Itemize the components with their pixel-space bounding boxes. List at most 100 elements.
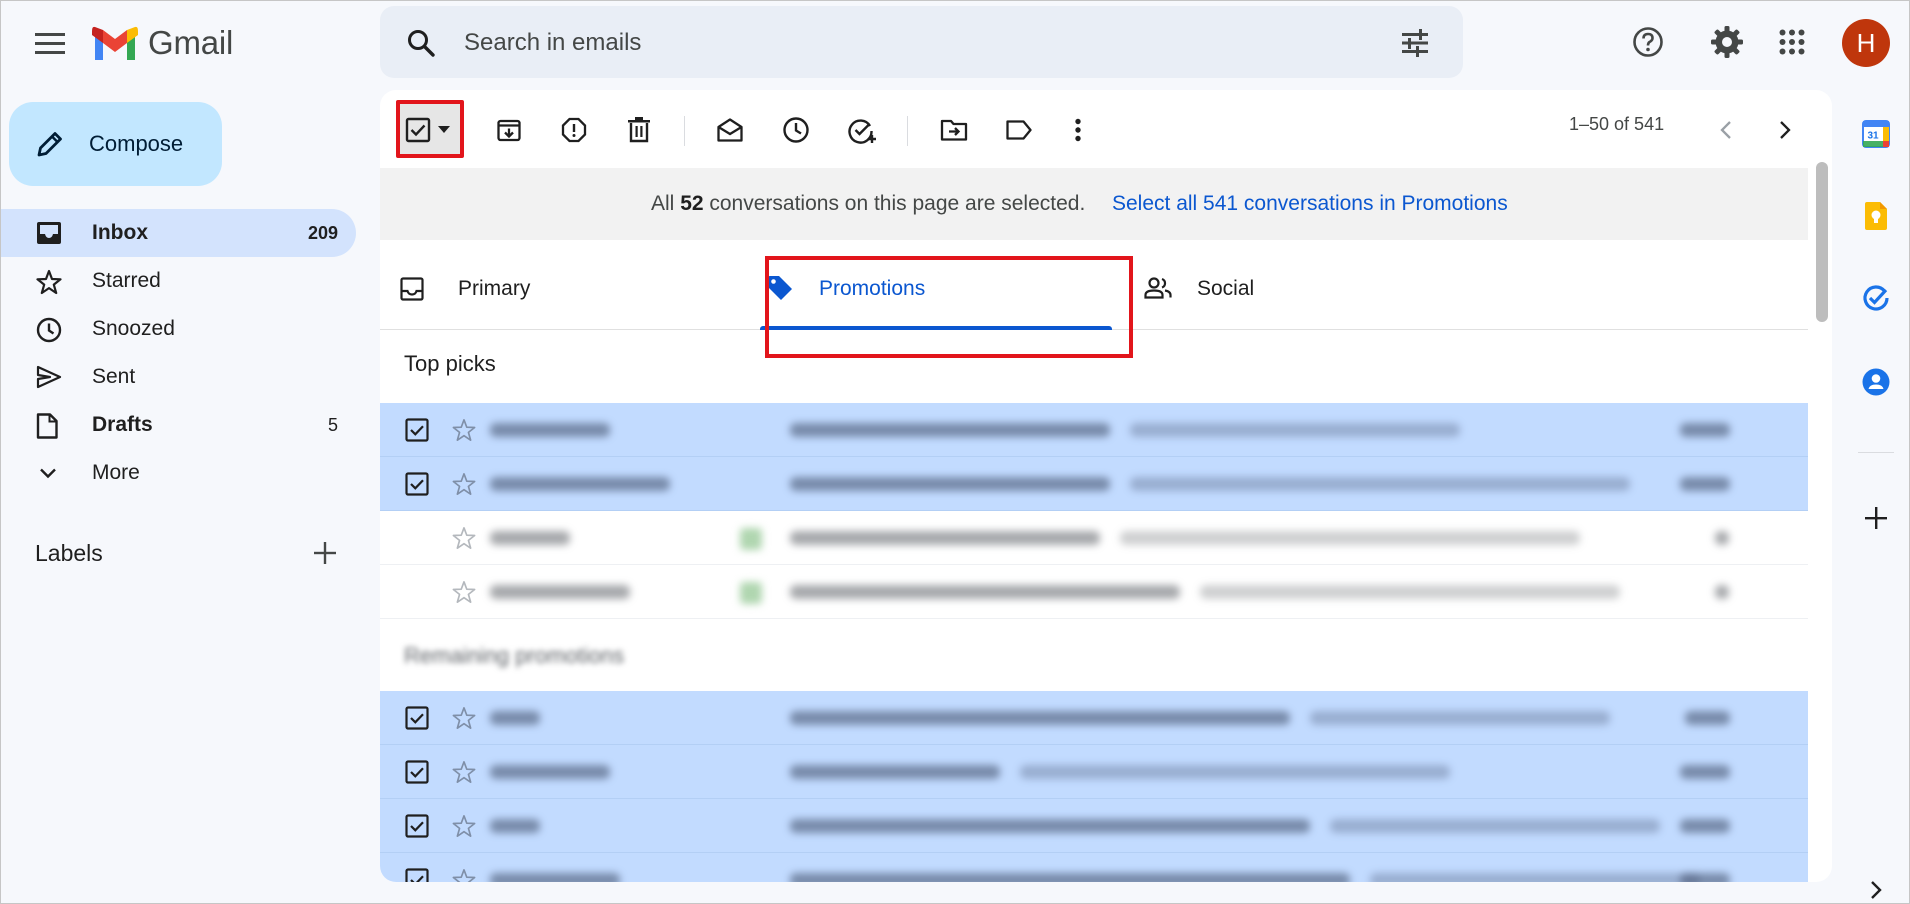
star-icon[interactable] (452, 418, 476, 442)
sidebar-item-label: Snoozed (92, 317, 175, 340)
compose-label: Compose (89, 131, 184, 156)
select-all-conversations-link[interactable]: Select all 541 conversations in Promotio… (1112, 192, 1508, 216)
expand-side-panel-chevron-icon[interactable] (1846, 866, 1906, 904)
email-row[interactable] (380, 745, 1808, 799)
toolbar-divider (907, 116, 908, 146)
main-panel: 1–50 of 541 All 52 conversations on this… (380, 90, 1832, 882)
sidebar-item-drafts[interactable]: Drafts 5 (0, 401, 356, 449)
pagination-text: 1–50 of 541 (1569, 114, 1665, 134)
google-contacts-icon[interactable] (1846, 358, 1906, 406)
email-row[interactable] (380, 565, 1808, 619)
star-icon[interactable] (452, 526, 476, 550)
google-calendar-icon[interactable]: 31 (1846, 110, 1906, 158)
mark-as-read-icon[interactable] (714, 114, 746, 146)
search-input[interactable] (464, 26, 1264, 60)
sidebar-item-label: Inbox (92, 221, 148, 244)
star-icon[interactable] (452, 814, 476, 838)
google-tasks-icon[interactable] (1846, 274, 1906, 322)
tab-social[interactable]: Social (1124, 248, 1496, 330)
tab-label: Primary (458, 277, 531, 300)
email-row[interactable] (380, 457, 1808, 511)
blurred-email-content (490, 565, 1790, 619)
snooze-clock-icon[interactable] (780, 114, 812, 146)
checkbox-checked-icon[interactable] (405, 706, 429, 730)
selected-count: 52 (680, 192, 704, 215)
checkbox-checked-icon[interactable] (405, 418, 429, 442)
message-toolbar: 1–50 of 541 (380, 90, 1832, 162)
send-icon (36, 365, 62, 389)
apps-grid-icon[interactable] (1768, 18, 1816, 66)
more-options-icon[interactable] (1062, 114, 1094, 146)
scrollbar-thumb[interactable] (1816, 162, 1828, 322)
blurred-email-content (490, 853, 1790, 882)
people-icon (1144, 277, 1172, 299)
select-dropdown-arrow-icon[interactable] (434, 114, 454, 146)
main-menu-icon[interactable] (26, 20, 74, 68)
report-spam-icon[interactable] (558, 114, 590, 146)
move-to-folder-icon[interactable] (938, 114, 970, 146)
toolbar-divider (684, 116, 685, 146)
svg-text:31: 31 (1867, 131, 1879, 142)
clock-icon (36, 317, 62, 343)
sidebar-item-snoozed[interactable]: Snoozed (0, 305, 356, 353)
selection-message: All 52 conversations on this page are se… (651, 192, 1086, 215)
add-to-tasks-icon[interactable] (846, 114, 878, 146)
section-heading-remaining: Remaining promotions (404, 643, 625, 668)
archive-icon[interactable] (493, 114, 525, 146)
chevron-down-icon (36, 461, 60, 485)
star-icon[interactable] (452, 472, 476, 496)
email-row[interactable] (380, 799, 1808, 853)
checkbox-checked-icon[interactable] (405, 868, 429, 882)
sidebar-item-sent[interactable]: Sent (0, 353, 356, 401)
side-panel-divider (1858, 452, 1894, 453)
sidebar-item-inbox[interactable]: Inbox 209 (0, 209, 356, 257)
checkbox-checked-icon[interactable] (405, 814, 429, 838)
blurred-email-content (490, 457, 1790, 511)
label-tag-icon[interactable] (1003, 114, 1035, 146)
search-bar[interactable] (380, 6, 1463, 78)
google-keep-icon[interactable] (1846, 192, 1906, 240)
star-icon[interactable] (452, 580, 476, 604)
tab-primary[interactable]: Primary (380, 248, 752, 330)
top-bar: Gmail H (0, 0, 1910, 86)
email-row[interactable] (380, 853, 1808, 882)
search-icon[interactable] (406, 28, 436, 58)
blurred-email-content (490, 691, 1790, 745)
settings-gear-icon[interactable] (1703, 18, 1751, 66)
email-row[interactable] (380, 403, 1808, 457)
sidebar-item-more[interactable]: More (0, 449, 356, 497)
star-icon[interactable] (452, 706, 476, 730)
blurred-email-content (490, 745, 1790, 799)
select-all-checkbox-icon[interactable] (402, 114, 434, 146)
tab-label: Social (1197, 277, 1255, 300)
star-icon[interactable] (452, 760, 476, 784)
trash-delete-icon[interactable] (623, 114, 655, 146)
promotions-tab-highlight (765, 256, 1133, 358)
blurred-email-content (490, 799, 1790, 853)
get-addons-plus-icon[interactable] (1846, 494, 1906, 542)
search-options-icon[interactable] (1400, 28, 1430, 58)
email-row[interactable] (380, 691, 1808, 745)
account-avatar[interactable]: H (1842, 19, 1890, 67)
add-label-plus-icon[interactable] (312, 540, 338, 566)
labels-heading: Labels (35, 540, 103, 566)
main-scrollbar[interactable] (1814, 162, 1828, 882)
checkbox-checked-icon[interactable] (405, 760, 429, 784)
sidebar-nav: Inbox 209 Starred Snoozed Sent Drafts 5 … (0, 209, 356, 497)
inbox-icon (400, 277, 424, 301)
help-icon[interactable] (1624, 18, 1672, 66)
compose-button[interactable]: Compose (9, 102, 222, 186)
checkbox-checked-icon[interactable] (405, 472, 429, 496)
chevron-left-icon[interactable] (1710, 114, 1742, 146)
blurred-email-content (490, 511, 1790, 565)
star-icon[interactable] (452, 868, 476, 882)
sidebar-item-label: Sent (92, 365, 136, 388)
blurred-email-content (490, 403, 1790, 457)
chevron-right-icon[interactable] (1769, 114, 1801, 146)
sidebar-item-starred[interactable]: Starred (0, 257, 356, 305)
selection-banner: All 52 conversations on this page are se… (380, 168, 1808, 240)
email-row[interactable] (380, 511, 1808, 565)
inbox-icon (36, 221, 62, 245)
gmail-logo[interactable]: Gmail (92, 24, 233, 62)
section-heading-top-picks: Top picks (404, 351, 496, 376)
